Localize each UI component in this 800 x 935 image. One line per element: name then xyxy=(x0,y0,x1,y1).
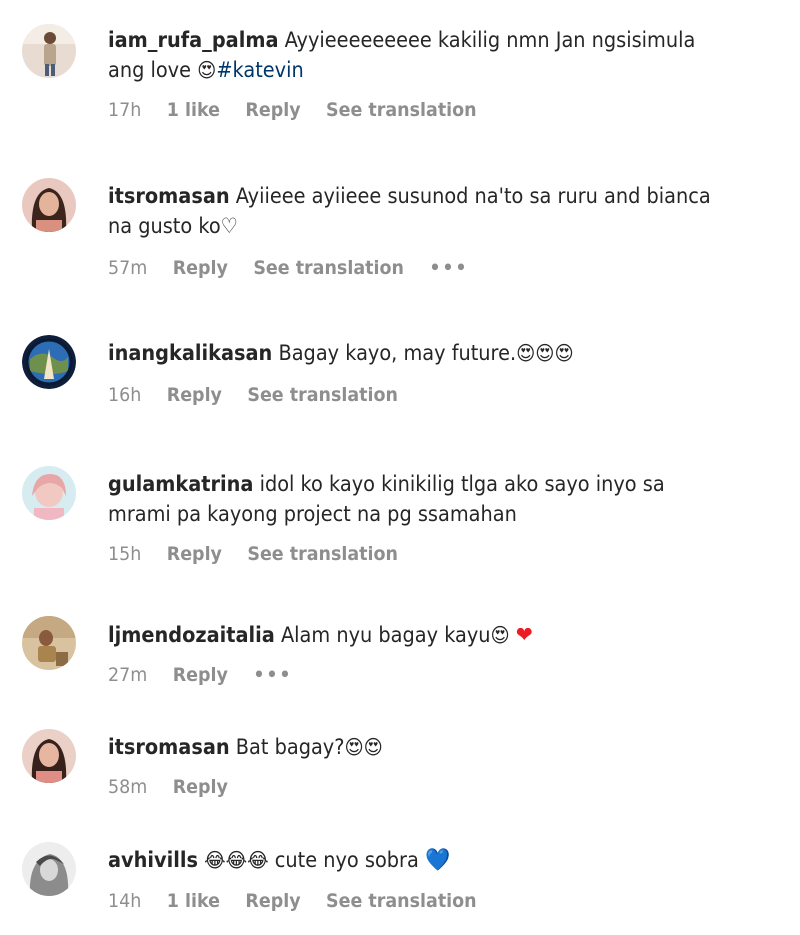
see-translation-button[interactable]: See translation xyxy=(326,99,477,121)
comment-meta: 57m Reply See translation ••• xyxy=(108,257,488,279)
comment-meta: 17h 1 like Reply See translation xyxy=(108,99,496,121)
hashtag-link[interactable]: #katevin xyxy=(216,58,303,82)
comment-meta: 27m Reply ••• xyxy=(108,664,312,686)
see-translation-button[interactable]: See translation xyxy=(326,890,477,912)
more-options-icon[interactable]: ••• xyxy=(253,664,292,686)
username[interactable]: avhivills xyxy=(108,848,198,872)
timestamp[interactable]: 58m xyxy=(108,776,147,798)
timestamp[interactable]: 16h xyxy=(108,384,141,406)
comment-meta: 15h Reply See translation xyxy=(108,543,417,565)
timestamp[interactable]: 17h xyxy=(108,99,141,121)
avatar[interactable] xyxy=(22,335,76,389)
reply-button[interactable]: Reply xyxy=(245,890,300,912)
reply-button[interactable]: Reply xyxy=(173,776,228,798)
comment-text: ljmendozaitalia Alam nyu bagay kayu😍 ❤ xyxy=(108,620,724,651)
timestamp[interactable]: 14h xyxy=(108,890,141,912)
avatar[interactable] xyxy=(22,24,76,78)
comment-body: cute nyo sobra xyxy=(268,848,425,872)
see-translation-button[interactable]: See translation xyxy=(247,384,398,406)
reply-button[interactable]: Reply xyxy=(173,257,228,279)
avatar[interactable] xyxy=(22,178,76,232)
username[interactable]: iam_rufa_palma xyxy=(108,28,279,52)
heart-eyes-emoji: 😍 xyxy=(197,58,217,82)
comment-body: Alam nyu bagay kayu xyxy=(280,623,491,647)
comment-meta: 14h 1 like Reply See translation xyxy=(108,890,496,912)
reply-button[interactable]: Reply xyxy=(167,384,222,406)
timestamp[interactable]: 27m xyxy=(108,664,147,686)
comment-text: itsromasan Ayiieee ayiieee susunod na'to… xyxy=(108,181,724,241)
avatar[interactable] xyxy=(22,729,76,783)
comment-text: inangkalikasan Bagay kayo, may future.😍😍… xyxy=(108,338,724,368)
likes-count[interactable]: 1 like xyxy=(167,99,220,121)
comment-text: gulamkatrina idol ko kayo kinikilig tlga… xyxy=(108,469,724,529)
comment-body: Bagay kayo, may future. xyxy=(278,341,517,365)
reply-button[interactable]: Reply xyxy=(245,99,300,121)
red-heart-icon: ❤ xyxy=(515,623,533,648)
timestamp[interactable]: 57m xyxy=(108,257,147,279)
see-translation-button[interactable]: See translation xyxy=(253,257,404,279)
username[interactable]: gulamkatrina xyxy=(108,472,253,496)
likes-count[interactable]: 1 like xyxy=(167,890,220,912)
comment-text: avhivills 😂😂😂 cute nyo sobra 💙 xyxy=(108,845,724,876)
comment-meta: 58m Reply xyxy=(108,776,247,798)
comment-meta: 16h Reply See translation xyxy=(108,384,417,406)
avatar[interactable] xyxy=(22,466,76,520)
comment-text: itsromasan Bat bagay?😍😍 xyxy=(108,732,724,762)
username[interactable]: itsromasan xyxy=(108,184,230,208)
heart-eyes-emoji: 😍😍😍 xyxy=(516,341,574,365)
avatar[interactable] xyxy=(22,842,76,896)
heart-eyes-emoji: 😍😍 xyxy=(344,735,383,759)
username[interactable]: inangkalikasan xyxy=(108,341,272,365)
username[interactable]: ljmendozaitalia xyxy=(108,623,275,647)
username[interactable]: itsromasan xyxy=(108,735,230,759)
blue-heart-icon: 💙 xyxy=(424,848,451,873)
more-options-icon[interactable]: ••• xyxy=(429,257,468,279)
heart-eyes-emoji: 😍 xyxy=(490,623,510,647)
laughing-emoji: 😂😂😂 xyxy=(204,848,269,872)
comment-text: iam_rufa_palma Ayyieeeeeeeee kakilig nmn… xyxy=(108,25,724,85)
timestamp[interactable]: 15h xyxy=(108,543,141,565)
reply-button[interactable]: Reply xyxy=(167,543,222,565)
see-translation-button[interactable]: See translation xyxy=(247,543,398,565)
reply-button[interactable]: Reply xyxy=(173,664,228,686)
avatar[interactable] xyxy=(22,616,76,670)
comment-body: Bat bagay? xyxy=(235,735,345,759)
